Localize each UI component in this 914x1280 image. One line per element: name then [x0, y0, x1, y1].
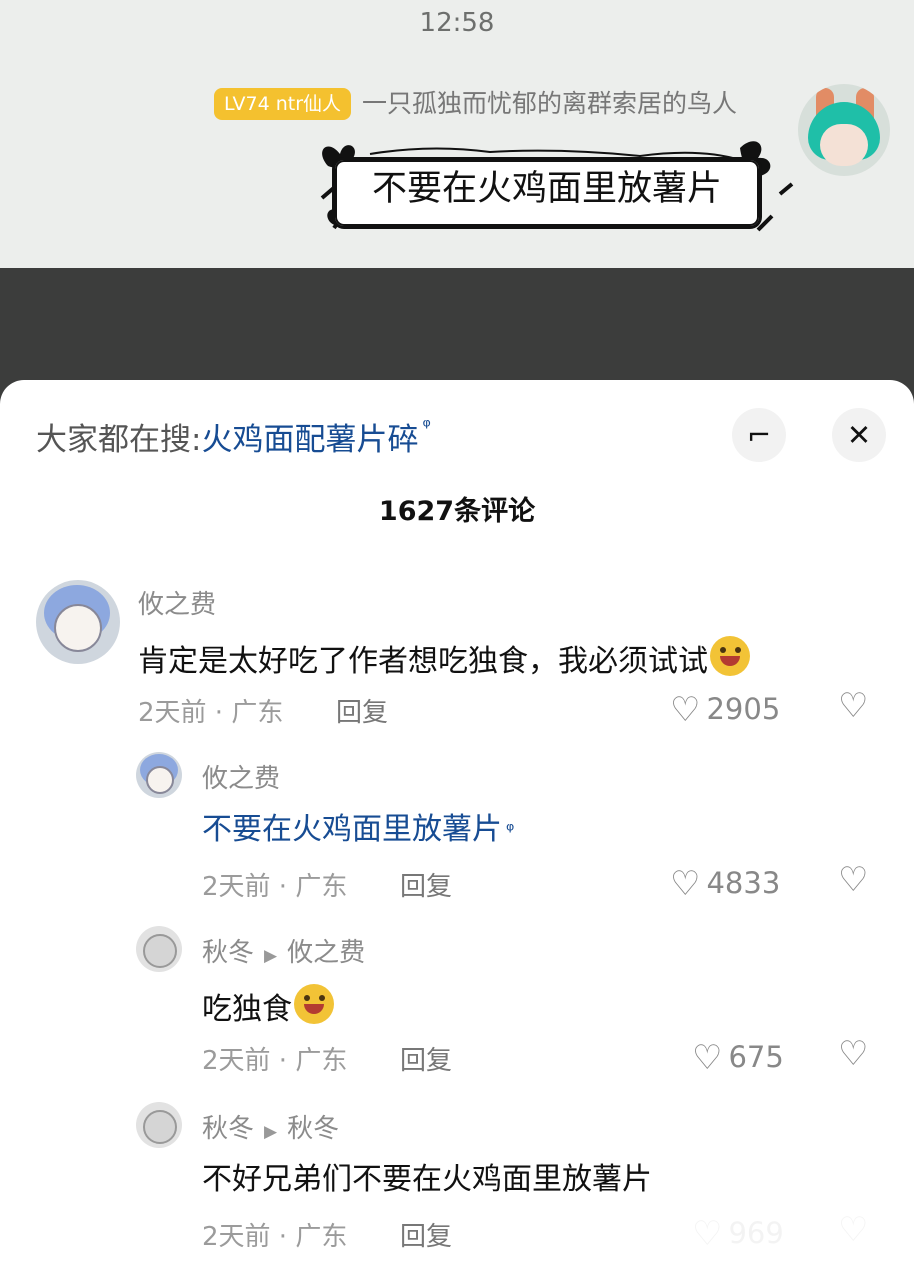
level-badge: LV74 ntr仙人 [214, 88, 352, 120]
close-icon: ✕ [846, 418, 872, 452]
heart-icon: ♡ [692, 1038, 723, 1078]
grinning-face-icon [294, 984, 334, 1024]
status-time: 12:58 [419, 8, 495, 38]
search-icon: ᵠ [506, 818, 515, 842]
broken-heart-icon[interactable]: ♡ [838, 686, 868, 726]
broken-heart-icon[interactable]: ♡ [838, 860, 868, 900]
reply-arrow-icon: ▶ [264, 1122, 278, 1142]
reply-arrow-icon: ▶ [264, 946, 278, 966]
expand-button[interactable]: ⌐ [732, 408, 786, 462]
comment-author[interactable]: 攸之费 [202, 758, 280, 795]
comment-text: 不好兄弟们不要在火鸡面里放薯片 [202, 1162, 652, 1197]
comment-meta: 2天前 · 广东 [138, 698, 284, 728]
comment-text: 不要在火鸡面里放薯片 ᵠ [202, 812, 515, 847]
comment-author[interactable]: 秋冬 ▶ 秋冬 [202, 1108, 339, 1145]
reply-button[interactable]: 回复 [400, 866, 452, 903]
comment-text: 吃独食 [202, 984, 334, 1030]
reply-button[interactable]: 回复 [336, 692, 388, 729]
avatar[interactable] [36, 580, 120, 664]
like-count: 2905 [706, 692, 781, 726]
close-button[interactable]: ✕ [832, 408, 886, 462]
search-label: 大家都在搜: [36, 422, 202, 458]
smiling-face-icon [710, 636, 750, 676]
broken-heart-icon[interactable]: ♡ [838, 1034, 868, 1074]
comment-count: 1627条评论 [378, 496, 536, 527]
like-button[interactable]: ♡ 4833 [670, 864, 780, 904]
avatar[interactable] [136, 752, 182, 798]
message-bubble: 不要在火鸡面里放薯片 [332, 157, 762, 229]
sender-name: 一只孤独而忧郁的离群索居的鸟人 [362, 89, 738, 118]
watermark-overlay [688, 1214, 914, 1280]
like-count: 4833 [706, 866, 781, 900]
comment-author[interactable]: 攸之费 [138, 584, 216, 621]
avatar[interactable] [136, 926, 182, 972]
dim-overlay [0, 268, 914, 398]
comment-meta: 2天前 · 广东 [202, 1046, 348, 1076]
like-button[interactable]: ♡ 675 [692, 1038, 784, 1078]
search-term[interactable]: 火鸡面配薯片碎 [201, 422, 418, 458]
comment-author[interactable]: 秋冬 ▶ 攸之费 [202, 932, 365, 969]
reply-button[interactable]: 回复 [400, 1040, 452, 1077]
heart-icon: ♡ [670, 690, 701, 730]
heart-icon: ♡ [670, 864, 701, 904]
sender-avatar[interactable] [798, 84, 890, 176]
search-icon: ᵠ [422, 414, 431, 438]
avatar-face [820, 124, 868, 166]
comment-text: 肯定是太好吃了作者想吃独食，我必须试试 [138, 636, 750, 682]
like-button[interactable]: ♡ 2905 [670, 690, 780, 730]
reply-button[interactable]: 回复 [400, 1216, 452, 1253]
comment-meta: 2天前 · 广东 [202, 872, 348, 902]
like-count: 675 [728, 1040, 784, 1074]
search-suggestion[interactable]: 大家都在搜:火鸡面配薯片碎 ᵠ [36, 414, 431, 459]
avatar[interactable] [136, 1102, 182, 1148]
expand-icon: ⌐ [746, 418, 772, 452]
comment-meta: 2天前 · 广东 [202, 1222, 348, 1252]
